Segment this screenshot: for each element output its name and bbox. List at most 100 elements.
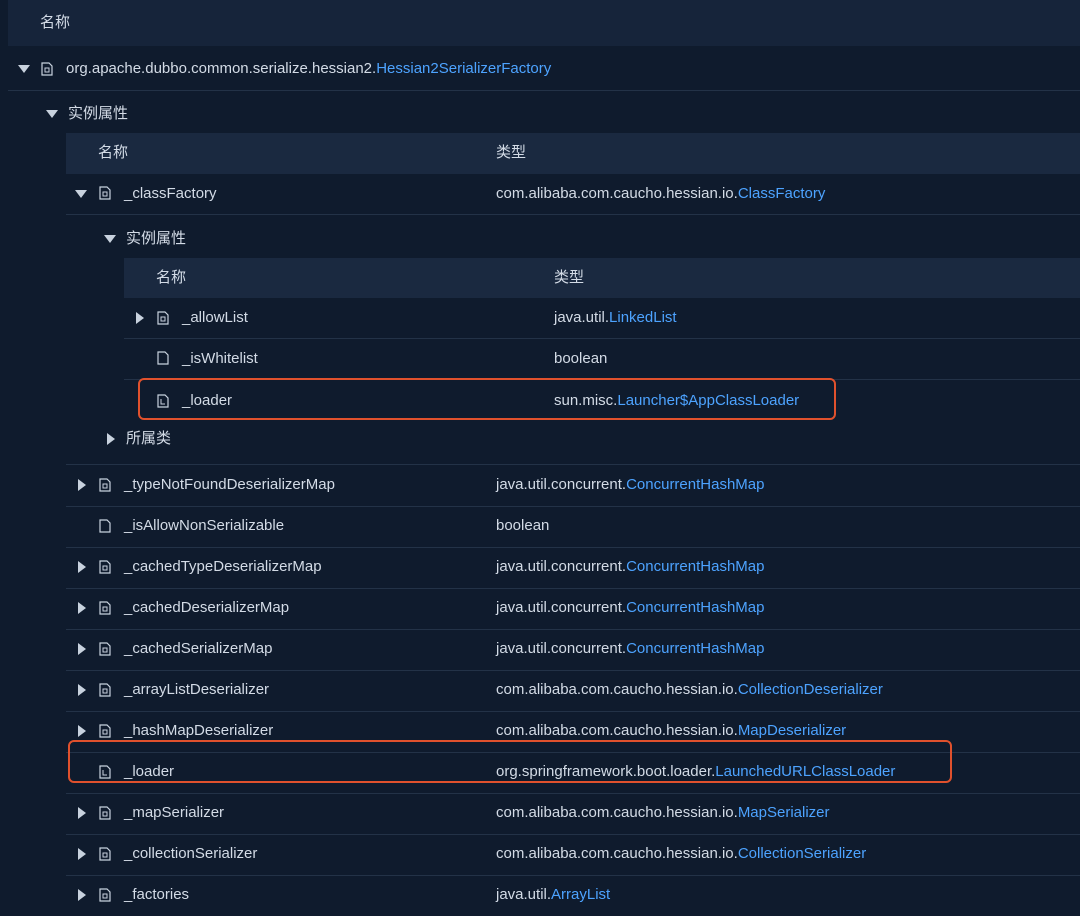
field-name: _cachedTypeDeserializerMap — [124, 558, 322, 575]
table-row[interactable]: _mapSerializer com.alibaba.com.caucho.hes… — [66, 793, 1080, 834]
field-name: _isAllowNonSerializable — [124, 517, 285, 534]
object-icon — [157, 311, 169, 325]
field-name: _mapSerializer — [124, 804, 225, 821]
table-row[interactable]: _cachedSerializerMap java.util.concurrent… — [66, 629, 1080, 670]
name-column-header: 名称 — [156, 269, 187, 286]
name-column-header: 名称 — [98, 144, 129, 161]
object-icon — [99, 888, 111, 902]
type-package: com.alibaba.com.caucho.hessian.io. — [496, 681, 738, 698]
table-row[interactable]: _classFactory com.alibaba.com.caucho.hes… — [66, 174, 1080, 214]
type-class-link[interactable]: ConcurrentHashMap — [626, 599, 764, 616]
object-icon — [99, 642, 111, 656]
chevron-right-icon[interactable] — [78, 807, 86, 819]
table-header: 名称 类型 — [66, 133, 1080, 174]
table-row[interactable]: _allowList java.util.LinkedList — [124, 298, 1080, 338]
table-row[interactable]: _arrayListDeserializer com.alibaba.com.ca… — [66, 670, 1080, 711]
chevron-right-icon[interactable] — [78, 561, 86, 573]
field-type: java.util.concurrent.ConcurrentHashMap — [496, 598, 764, 618]
root-class-link[interactable]: Hessian2SerializerFactory — [376, 60, 551, 77]
field-name: _arrayListDeserializer — [124, 681, 270, 698]
type-class-link[interactable]: ConcurrentHashMap — [626, 640, 764, 657]
chevron-right-icon[interactable] — [136, 312, 144, 324]
name-column-header: 名称 — [40, 14, 71, 31]
object-icon — [99, 724, 111, 738]
table-row[interactable]: _typeNotFoundDeserializerMap java.util.co… — [66, 465, 1080, 506]
field-name: _collectionSerializer — [124, 845, 258, 862]
divider — [8, 90, 1080, 91]
instance-section-label: 实例属性 — [68, 105, 129, 122]
type-class-link[interactable]: CollectionSerializer — [738, 845, 866, 862]
chevron-right-icon[interactable] — [78, 725, 86, 737]
object-icon — [99, 186, 111, 200]
field-type: boolean — [554, 349, 607, 369]
chevron-down-icon[interactable] — [46, 110, 58, 118]
table-row[interactable]: _cachedTypeDeserializerMap java.util.conc… — [66, 547, 1080, 588]
type-package: boolean — [554, 350, 608, 367]
column-header: 名称 — [8, 0, 1080, 46]
root-class: org.apache.dubbo.common.serialize.hessia… — [66, 59, 551, 79]
object-icon — [99, 478, 111, 492]
type-package: java.util.concurrent. — [496, 476, 627, 493]
field-name: _typeNotFoundDeserializerMap — [124, 476, 335, 493]
table-row[interactable]: _isWhitelist boolean — [124, 339, 1080, 379]
table-row[interactable]: _cachedDeserializerMap java.util.concurre… — [66, 588, 1080, 629]
chevron-down-icon[interactable] — [18, 65, 30, 73]
object-icon — [99, 847, 111, 861]
type-package: java.util.concurrent. — [496, 640, 627, 657]
field-type: com.alibaba.com.caucho.hessian.io.MapSer… — [496, 803, 830, 823]
field-name: _isWhitelist — [182, 350, 258, 367]
type-class-link[interactable]: CollectionDeserializer — [738, 681, 883, 698]
type-package: java.util.concurrent. — [496, 599, 627, 616]
nested-table-header: 名称 类型 — [124, 258, 1080, 298]
type-class-link[interactable]: ArrayList — [551, 886, 610, 903]
field-type: com.alibaba.com.caucho.hessian.io.ClassF… — [496, 184, 825, 204]
type-class-link[interactable]: ConcurrentHashMap — [626, 476, 764, 493]
primitive-icon — [157, 351, 169, 365]
chevron-right-icon[interactable] — [107, 433, 115, 445]
type-package: com.alibaba.com.caucho.hessian.io. — [496, 185, 738, 202]
highlight-box — [68, 740, 952, 783]
type-package: com.alibaba.com.caucho.hessian.io. — [496, 845, 738, 862]
chevron-down-icon[interactable] — [104, 235, 116, 243]
field-type: java.util.concurrent.ConcurrentHashMap — [496, 639, 764, 659]
field-type: com.alibaba.com.caucho.hessian.io.Collec… — [496, 680, 883, 700]
type-package: java.util.concurrent. — [496, 558, 627, 575]
table-row[interactable]: _factories java.util.ArrayList — [66, 875, 1080, 916]
type-class-link[interactable]: ClassFactory — [738, 185, 826, 202]
chevron-right-icon[interactable] — [78, 889, 86, 901]
chevron-right-icon[interactable] — [78, 684, 86, 696]
chevron-right-icon[interactable] — [78, 643, 86, 655]
root-package: org.apache.dubbo.common.serialize.hessia… — [66, 60, 377, 77]
field-type: com.alibaba.com.caucho.hessian.io.MapDes… — [496, 721, 846, 741]
root-row[interactable]: org.apache.dubbo.common.serialize.hessia… — [8, 48, 1080, 90]
chevron-down-icon[interactable] — [75, 190, 87, 198]
nested-instance-section-label: 实例属性 — [126, 230, 187, 247]
field-type: java.util.concurrent.ConcurrentHashMap — [496, 475, 764, 495]
type-package: boolean — [496, 517, 550, 534]
type-package: java.util. — [496, 886, 552, 903]
highlight-box — [138, 378, 836, 420]
type-column-header: 类型 — [496, 144, 527, 161]
type-column-header: 类型 — [554, 269, 585, 286]
chevron-right-icon[interactable] — [78, 602, 86, 614]
type-class-link[interactable]: MapDeserializer — [738, 722, 846, 739]
field-name: _factories — [124, 886, 190, 903]
object-icon — [99, 806, 111, 820]
field-type: boolean — [496, 516, 549, 536]
field-type: java.util.concurrent.ConcurrentHashMap — [496, 557, 764, 577]
type-class-link[interactable]: MapSerializer — [738, 804, 830, 821]
type-class-link[interactable]: ConcurrentHashMap — [626, 558, 764, 575]
field-name: _cachedSerializerMap — [124, 640, 273, 657]
table-row[interactable]: _isAllowNonSerializable boolean — [66, 506, 1080, 547]
object-icon — [99, 601, 111, 615]
field-name: _hashMapDeserializer — [124, 722, 274, 739]
divider — [66, 214, 1080, 215]
object-icon — [99, 560, 111, 574]
chevron-right-icon[interactable] — [78, 479, 86, 491]
object-icon — [99, 683, 111, 697]
type-package: com.alibaba.com.caucho.hessian.io. — [496, 722, 738, 739]
object-icon — [41, 62, 53, 76]
type-class-link[interactable]: LinkedList — [609, 309, 677, 326]
table-row[interactable]: _collectionSerializer com.alibaba.com.cau… — [66, 834, 1080, 875]
chevron-right-icon[interactable] — [78, 848, 86, 860]
